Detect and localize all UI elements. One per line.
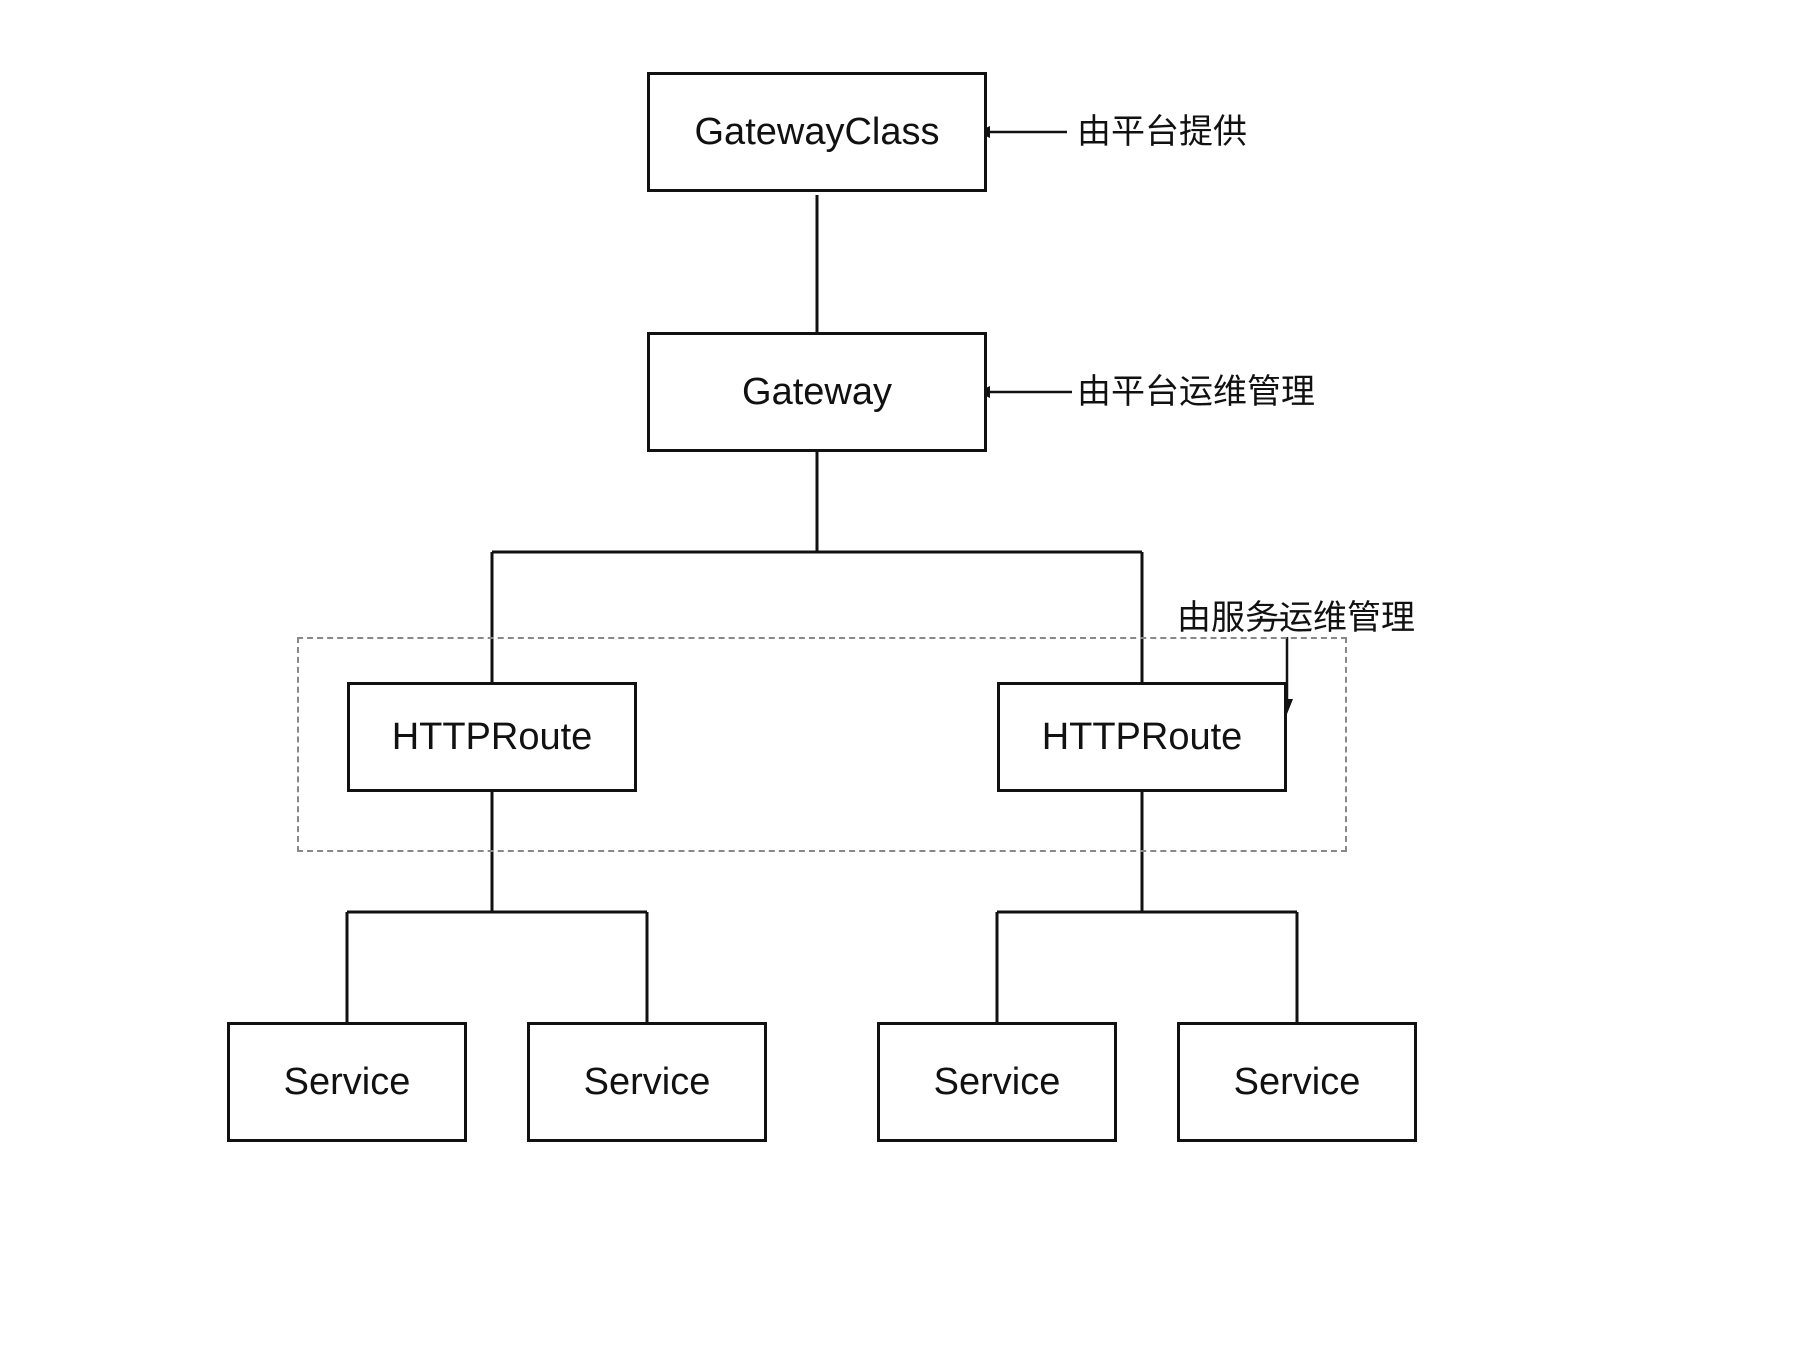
service2-box: Service <box>527 1022 767 1142</box>
annotation-platform-provided: 由平台提供 <box>1077 104 1247 153</box>
annotation-platform-ops: 由平台运维管理 <box>1077 364 1315 413</box>
service1-box: Service <box>227 1022 467 1142</box>
gatewayclass-box: GatewayClass <box>647 72 987 192</box>
annotation-service-ops: 由服务运维管理 <box>1177 590 1415 639</box>
diagram-container: GatewayClass Gateway HTTPRoute HTTPRoute… <box>197 42 1597 1322</box>
gateway-box: Gateway <box>647 332 987 452</box>
dashed-region <box>297 637 1347 852</box>
service4-box: Service <box>1177 1022 1417 1142</box>
service3-box: Service <box>877 1022 1117 1142</box>
